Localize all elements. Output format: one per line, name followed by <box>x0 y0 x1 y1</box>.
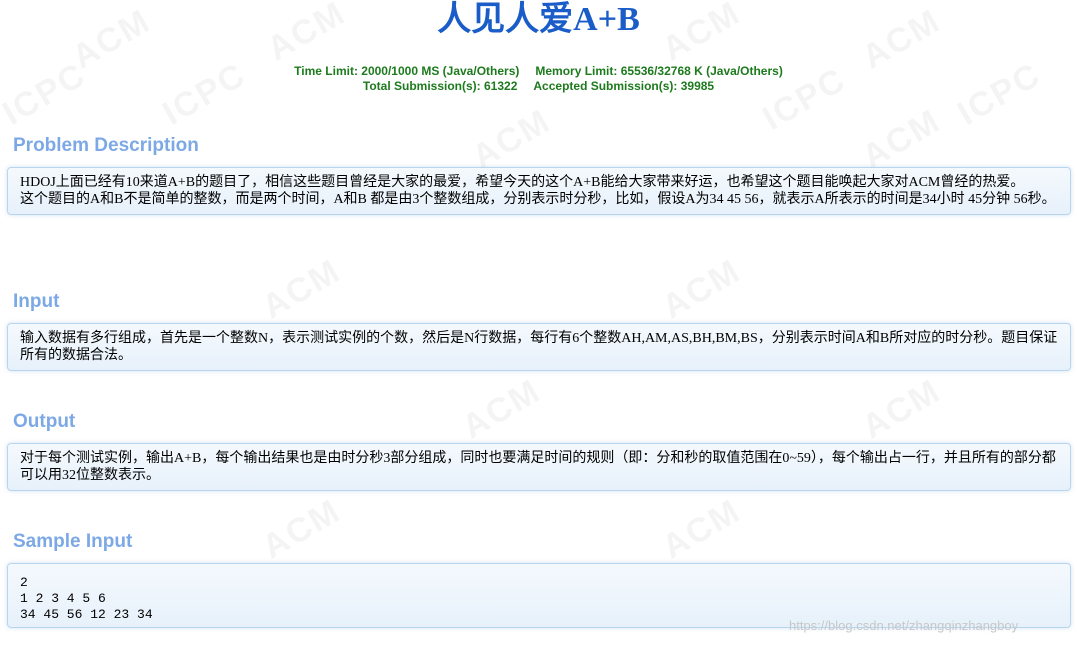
watermark-text: ACM <box>256 492 348 567</box>
problem-limits: Time Limit: 2000/1000 MS (Java/Others) Me… <box>0 64 1077 94</box>
section-title-output: Output <box>13 411 76 432</box>
sample-input-line: 1 2 3 4 5 6 <box>20 591 106 606</box>
description-line-2: 这个题目的A和B不是简单的整数，而是两个时间，A和B 都是由3个整数组成，分别表… <box>20 192 1056 207</box>
output-text: 对于每个测试实例，输出A+B，每个输出结果也是由时分秒3部分组成，同时也要满足时… <box>20 451 1056 483</box>
watermark-text: ACM <box>656 252 748 327</box>
watermark-text: ACM <box>856 372 948 447</box>
watermark-text: ACM <box>856 102 948 177</box>
input-text: 输入数据有多行组成，首先是一个整数N，表示测试实例的个数，然后是N行数据，每行有… <box>20 331 1058 363</box>
section-title-sample-input: Sample Input <box>13 531 133 552</box>
description-line-1: HDOJ上面已经有10来道A+B的题目了，相信这些题目曾经是大家的最爱，希望今天… <box>20 175 1025 190</box>
watermark-text: ACM <box>256 252 348 327</box>
description-panel: HDOJ上面已经有10来道A+B的题目了，相信这些题目曾经是大家的最爱，希望今天… <box>7 167 1071 215</box>
output-panel: 对于每个测试实例，输出A+B，每个输出结果也是由时分秒3部分组成，同时也要满足时… <box>7 443 1071 491</box>
watermark-credit: https://blog.csdn.net/zhangqinzhangboy <box>789 618 1019 633</box>
section-title-description: Problem Description <box>13 135 199 156</box>
limits-row-2: Total Submission(s): 61322 Accepted Submi… <box>0 79 1077 94</box>
memory-limit: Memory Limit: 65536/32768 K (Java/Others… <box>535 64 783 78</box>
time-limit: Time Limit: 2000/1000 MS (Java/Others) <box>294 64 520 78</box>
problem-title: 人见人爱A+B <box>437 1 640 38</box>
watermark-text: ACM <box>466 102 558 177</box>
section-title-input: Input <box>13 291 60 312</box>
total-submissions: Total Submission(s): 61322 <box>362 79 518 93</box>
sample-input-line: 2 <box>20 575 28 590</box>
watermark-text: ACM <box>656 492 748 567</box>
limits-row-1: Time Limit: 2000/1000 MS (Java/Others) Me… <box>0 64 1077 79</box>
watermark-text: ACM <box>456 372 548 447</box>
accepted-submissions: Accepted Submission(s): 39985 <box>533 79 715 93</box>
input-panel: 输入数据有多行组成，首先是一个整数N，表示测试实例的个数，然后是N行数据，每行有… <box>7 323 1071 371</box>
